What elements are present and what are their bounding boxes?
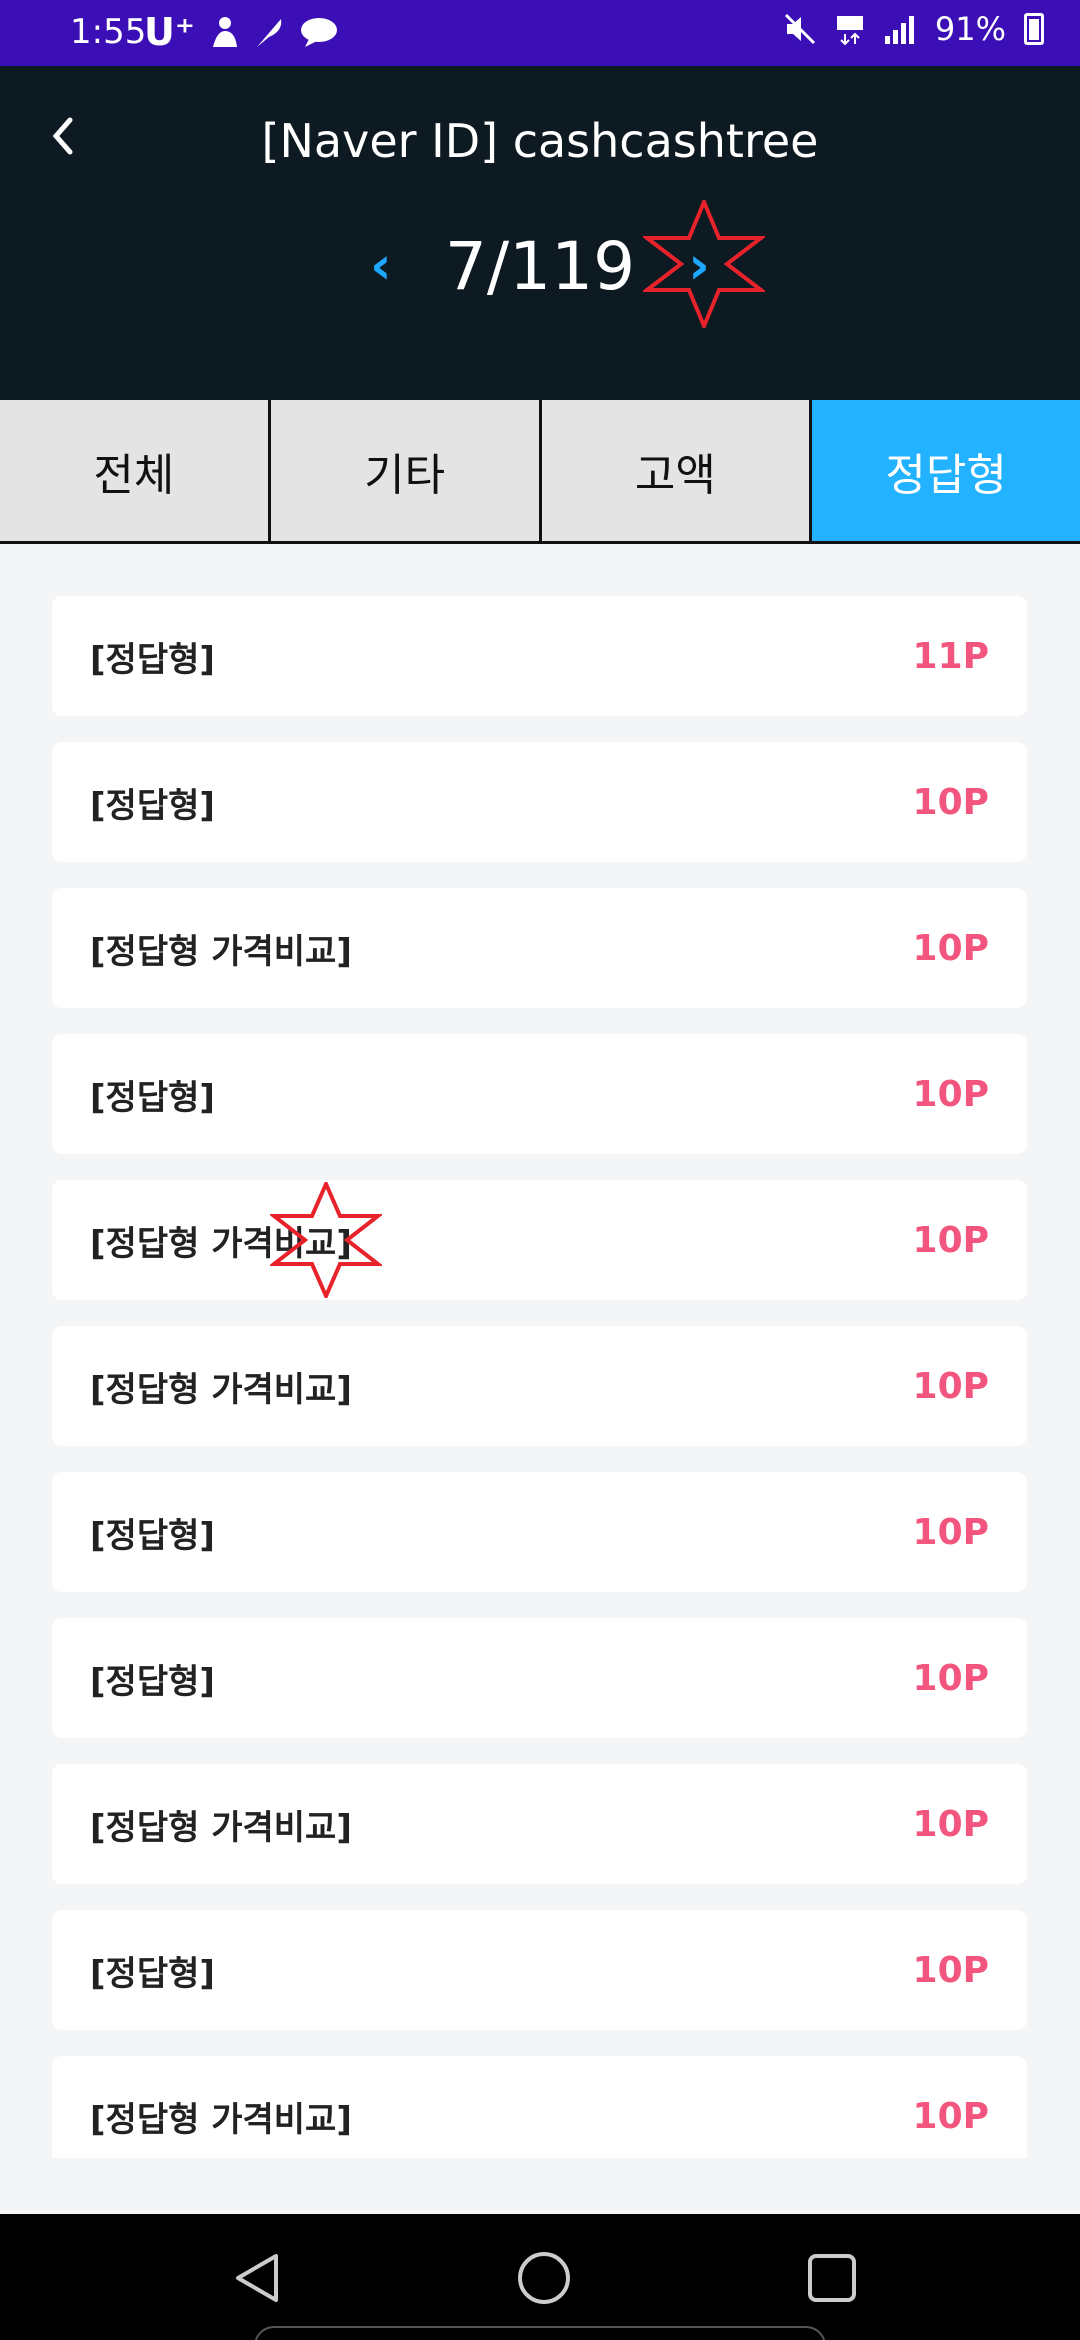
list-item[interactable]: [정답형] 10P (52, 1472, 1027, 1592)
item-label: [정답형] (90, 785, 215, 826)
nav-recent-apps-icon[interactable] (802, 2248, 862, 2308)
next-page-button[interactable]: › (669, 236, 729, 296)
feather-icon (256, 19, 282, 47)
item-points: 10P (912, 1511, 989, 1553)
item-points: 11P (912, 635, 989, 677)
navigation-bar (0, 2214, 1080, 2340)
list-item[interactable]: [정답형] 10P (52, 1910, 1027, 2030)
tab-high-value[interactable]: 고액 (541, 400, 813, 541)
list-item[interactable]: [정답형] 11P (52, 596, 1027, 716)
tab-answer-type[interactable]: 정답형 (812, 400, 1080, 541)
mission-list: [정답형] 11P [정답형] 10P [정답형 가격비교] 10P [정답형] 10P… (52, 596, 1027, 2158)
lte-icon (836, 16, 863, 46)
gesture-pill (254, 2326, 826, 2340)
status-bar: 1:55 U⁺ 91% (0, 0, 1080, 66)
header: [Naver ID] cashcashtree ‹ 7/119 › (0, 66, 1080, 400)
battery-icon (1024, 13, 1044, 45)
list-item[interactable]: [정답형 가격비교] 10P (52, 1180, 1027, 1300)
prev-page-button[interactable]: ‹ (351, 236, 411, 296)
person-icon (212, 17, 237, 47)
carrier-label: U⁺ (144, 10, 195, 54)
nav-home-icon[interactable] (514, 2248, 574, 2308)
item-points: 10P (912, 1657, 989, 1699)
battery-percent: 91% (934, 10, 1006, 48)
item-label: [정답형 가격비교] (90, 1223, 352, 1264)
item-points: 10P (912, 2095, 989, 2137)
item-label: [정답형] (90, 1661, 215, 1702)
chat-icon (300, 18, 337, 47)
status-time: 1:55 (70, 12, 147, 52)
item-points: 10P (912, 1365, 989, 1407)
item-label: [정답형] (90, 1953, 215, 1994)
item-label: [정답형] (90, 1077, 215, 1118)
page-title: [Naver ID] cashcashtree (261, 114, 819, 168)
mute-icon (784, 13, 815, 45)
item-points: 10P (912, 1073, 989, 1115)
item-label: [정답형 가격비교] (90, 1807, 352, 1848)
list-item[interactable]: [정답형 가격비교] 10P (52, 1764, 1027, 1884)
item-label: [정답형] (90, 639, 215, 680)
tab-bar: 전체 기타 고액 정답형 (0, 400, 1080, 544)
signal-icon (884, 16, 914, 44)
item-points: 10P (912, 1949, 989, 1991)
list-item[interactable]: [정답형] 10P (52, 1034, 1027, 1154)
list-item[interactable]: [정답형] 10P (52, 1618, 1027, 1738)
tab-all[interactable]: 전체 (0, 400, 271, 541)
page-counter: 7/119 (444, 227, 636, 305)
nav-back-icon[interactable] (228, 2248, 288, 2308)
system-icons: 91% (783, 10, 1044, 48)
item-points: 10P (912, 1219, 989, 1261)
item-label: [정답형] (90, 1515, 215, 1556)
notification-icons: U⁺ (144, 10, 339, 54)
item-label: [정답형 가격비교] (90, 931, 352, 972)
item-label: [정답형 가격비교] (90, 1369, 352, 1410)
list-item[interactable]: [정답형 가격비교] 10P (52, 2056, 1027, 2158)
list-item[interactable]: [정답형 가격비교] 10P (52, 1326, 1027, 1446)
item-points: 10P (912, 1803, 989, 1845)
list-item[interactable]: [정답형] 10P (52, 742, 1027, 862)
item-label: [정답형 가격비교] (90, 2099, 352, 2140)
item-points: 10P (912, 781, 989, 823)
item-points: 10P (912, 927, 989, 969)
pager: ‹ 7/119 › (0, 221, 1080, 311)
tab-etc[interactable]: 기타 (270, 400, 542, 541)
list-item[interactable]: [정답형 가격비교] 10P (52, 888, 1027, 1008)
